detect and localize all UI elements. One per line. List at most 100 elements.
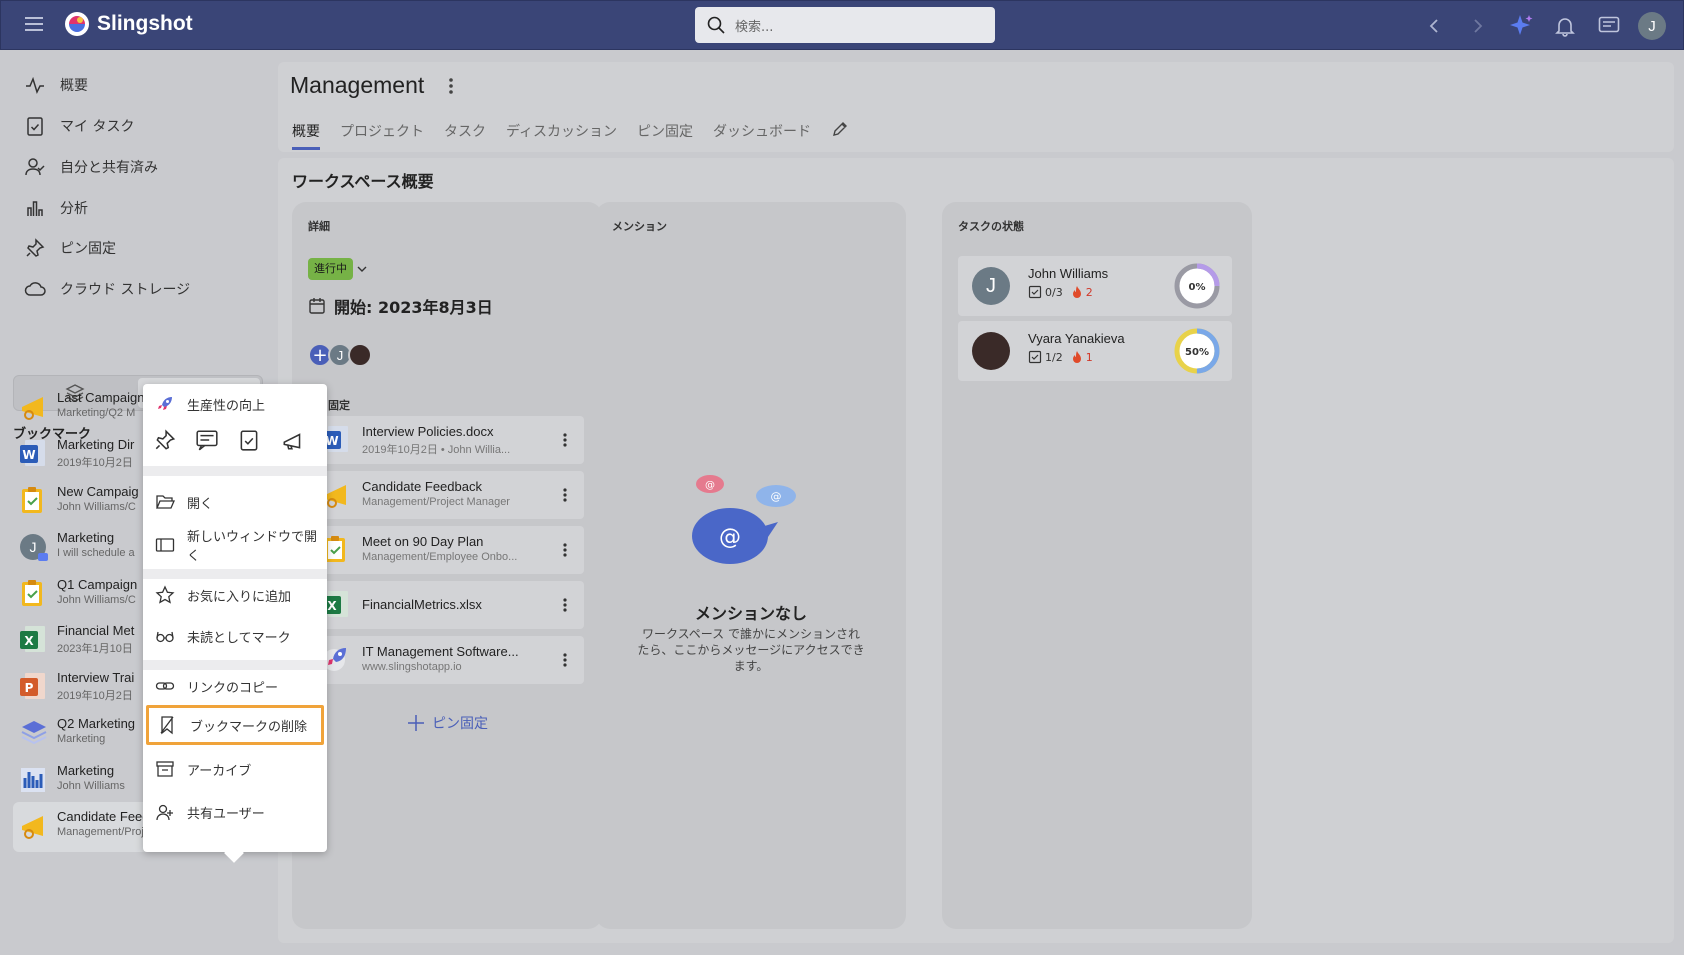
progress-percent: 50%	[1185, 347, 1209, 358]
bookmark-title: Q1 Campaign	[57, 577, 138, 592]
folder-open-icon	[156, 495, 175, 509]
pinned-more-icon[interactable]	[562, 597, 568, 617]
menu-item-mark-unread[interactable]: 未読としてマーク	[143, 618, 327, 654]
menu-item-open[interactable]: 開く	[143, 484, 327, 520]
nav-label: 自分と共有済み	[60, 160, 158, 176]
no-mentions-line: ワークスペース で誰かにメンションされ	[641, 627, 861, 641]
bookmark-title: Q2 Marketing	[57, 716, 136, 731]
bookmark-title: Last Campaign	[57, 390, 145, 405]
pinned-more-icon[interactable]	[562, 652, 568, 672]
pinned-item[interactable]: Candidate Feedback Management/Project Ma…	[322, 471, 584, 519]
user-avatar[interactable]: J	[1638, 12, 1666, 40]
task-status-row[interactable]: J John Williams 0/3 2 0%	[958, 256, 1232, 316]
pinned-more-icon[interactable]	[562, 542, 568, 562]
nav-label: ピン固定	[60, 241, 116, 257]
back-arrow-icon[interactable]	[1421, 13, 1447, 39]
menu-item-label: リンクのコピー	[187, 680, 279, 696]
pinned-more-icon[interactable]	[562, 487, 568, 507]
tab-dashboards[interactable]: ダッシュボード	[713, 121, 811, 141]
nav-item-my-tasks[interactable]: マイ タスク	[24, 113, 134, 139]
pinned-more-icon[interactable]	[562, 432, 568, 452]
pinned-item[interactable]: Meet on 90 Day Plan Management/Employee …	[322, 526, 584, 574]
task-check-icon	[1028, 350, 1042, 364]
add-pin-button[interactable]: ピン固定	[406, 713, 488, 733]
tab-discussions[interactable]: ディスカッション	[506, 121, 617, 141]
bookmark-subtitle: Marketing/Q2 M	[57, 407, 136, 419]
tab-tasks[interactable]: タスク	[444, 121, 486, 141]
bookmark-context-menu: 生産性の向上 開く 新しいウィンドウで開く お気に入りに追加 未読としてマーク …	[143, 384, 327, 863]
nav-label: クラウド ストレージ	[60, 282, 191, 298]
svg-text:W: W	[22, 448, 35, 462]
nav-item-analytics[interactable]: 分析	[24, 195, 88, 221]
start-date-label: 開始: 2023年8月3日	[334, 298, 493, 317]
overdue-count: 2	[1085, 285, 1093, 299]
task-check-icon[interactable]	[237, 428, 261, 452]
tab-projects[interactable]: プロジェクト	[340, 121, 424, 141]
nav-item-shared-with-me[interactable]: 自分と共有済み	[24, 154, 158, 180]
status-chevron-down-icon[interactable]	[356, 260, 368, 279]
nav-label: 分析	[60, 201, 88, 217]
search-input[interactable]: 検索...	[695, 7, 995, 43]
menu-item-add-favorite[interactable]: お気に入りに追加	[143, 577, 327, 613]
progress-donut: 0%	[1172, 261, 1222, 311]
pin-icon[interactable]	[153, 428, 177, 452]
bookmark-subtitle: 2023年1月10日	[57, 643, 133, 655]
comment-icon[interactable]	[195, 428, 219, 452]
start-date[interactable]: 開始: 2023年8月3日	[308, 294, 493, 318]
workspace-more-icon[interactable]	[448, 76, 454, 100]
megaphone-icon[interactable]	[281, 428, 305, 452]
tab-overview[interactable]: 概要	[292, 121, 320, 150]
task-status-row[interactable]: Vyara Yanakieva 1/2 1 50%	[958, 321, 1232, 381]
details-heading: 詳細	[308, 220, 330, 233]
svg-text:P: P	[25, 681, 34, 695]
no-mentions-title: メンションなし	[694, 604, 807, 623]
nav-item-pinned[interactable]: ピン固定	[24, 235, 116, 261]
archive-icon	[156, 761, 174, 777]
svg-text:J: J	[30, 539, 37, 555]
hamburger-menu-icon[interactable]	[23, 15, 47, 35]
pinned-subtitle: Management/Project Manager	[362, 496, 510, 508]
bookmark-title: Interview Trai	[57, 670, 135, 685]
nav-label: 概要	[60, 78, 88, 94]
search-icon	[707, 16, 725, 34]
nav-item-cloud-storage[interactable]: クラウド ストレージ	[24, 276, 190, 302]
pin-icon	[26, 238, 45, 257]
app-name: Slingshot	[97, 12, 193, 35]
edit-tabs-pencil-icon[interactable]	[831, 120, 849, 142]
bookmark-title: Marketing	[57, 763, 115, 778]
pinned-item[interactable]: X FinancialMetrics.xlsx	[322, 581, 584, 629]
tasks-done: 0/3	[1045, 285, 1063, 299]
svg-text:X: X	[24, 634, 34, 648]
pinned-item[interactable]: IT Management Software... www.slingshota…	[322, 636, 584, 684]
menu-item-remove-bookmark[interactable]: ブックマークの削除	[146, 705, 324, 745]
forward-arrow-icon[interactable]	[1465, 13, 1491, 39]
task-status-heading: タスクの状態	[958, 220, 1024, 233]
nav-item-overview[interactable]: 概要	[24, 72, 88, 98]
progress-donut: 50%	[1172, 326, 1222, 376]
menu-separator	[143, 466, 327, 476]
bookmark-subtitle: I will schedule a	[57, 547, 135, 559]
menu-item-copy-link[interactable]: リンクのコピー	[143, 668, 327, 704]
excel-icon: X	[19, 624, 49, 656]
menu-item-archive[interactable]: アーカイブ	[143, 751, 327, 787]
task-icon	[19, 578, 49, 610]
word-icon: W	[19, 438, 49, 470]
ai-sparkle-icon[interactable]	[1508, 13, 1534, 39]
tab-pinned[interactable]: ピン固定	[637, 121, 693, 141]
slingshot-logo[interactable]: Slingshot	[63, 10, 193, 38]
menu-header-productivity[interactable]: 生産性の向上	[143, 386, 327, 422]
avatar: J	[972, 267, 1010, 305]
nav-label: マイ タスク	[60, 119, 135, 135]
svg-text:@: @	[771, 490, 782, 503]
pinned-item[interactable]: W Interview Policies.docx 2019年10月2日 • J…	[322, 416, 584, 464]
member-avatar-photo[interactable]	[348, 343, 372, 367]
top-bar: Slingshot 検索... J	[0, 0, 1684, 50]
messages-icon[interactable]	[1596, 13, 1622, 39]
menu-item-shared-users[interactable]: 共有ユーザー	[143, 794, 327, 830]
status-badge[interactable]: 進行中	[308, 258, 353, 280]
fire-icon	[1072, 351, 1081, 363]
task-icon	[19, 485, 49, 517]
menu-item-open-new-window[interactable]: 新しいウィンドウで開く	[143, 527, 327, 564]
notification-bell-icon[interactable]	[1552, 13, 1578, 39]
task-meta: 1/2 1	[1028, 350, 1093, 364]
